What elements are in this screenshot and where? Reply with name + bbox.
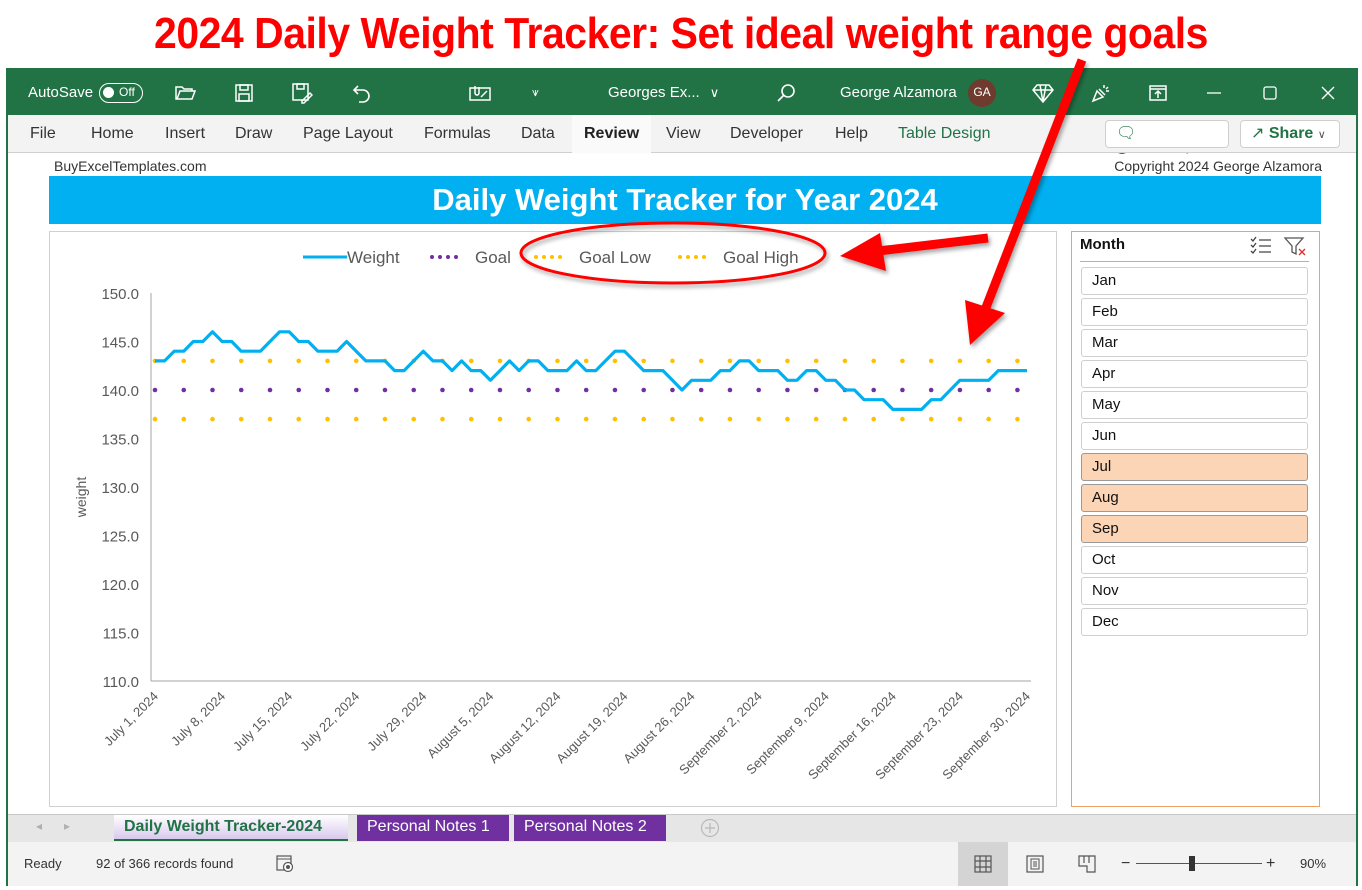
annotation-arrow-legend	[840, 233, 989, 271]
annotation-ellipse	[519, 221, 827, 285]
annotation-arrow-chart	[965, 58, 1087, 345]
annotation-overlay	[519, 58, 1087, 345]
